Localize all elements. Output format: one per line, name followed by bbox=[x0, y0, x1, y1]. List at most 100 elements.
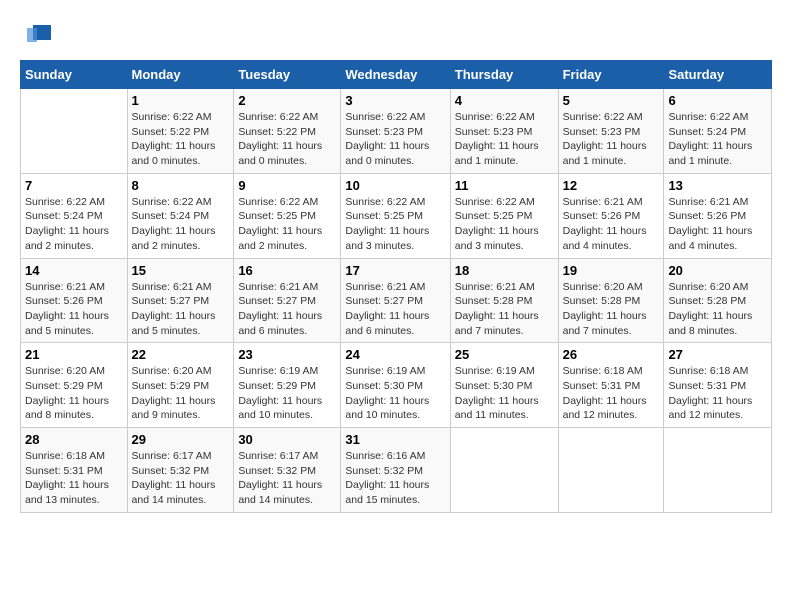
calendar-cell: 22 Sunrise: 6:20 AM Sunset: 5:29 PM Dayli… bbox=[127, 343, 234, 428]
calendar-cell: 6Sunrise: 6:22 AM Sunset: 5:24 PM Daylig… bbox=[664, 89, 772, 174]
day-number: 11 bbox=[455, 178, 554, 193]
day-info: Sunrise: 6:22 AM Sunset: 5:22 PM Dayligh… bbox=[238, 110, 336, 169]
day-info: Sunrise: 6:19 AM Sunset: 5:30 PM Dayligh… bbox=[345, 364, 445, 423]
day-info: Sunrise: 6:20 AM Sunset: 5:29 PM Dayligh… bbox=[132, 364, 230, 423]
day-number: 4 bbox=[455, 93, 554, 108]
day-info: Sunrise: 6:21 AM Sunset: 5:28 PM Dayligh… bbox=[455, 280, 554, 339]
calendar-cell: 15 Sunrise: 6:21 AM Sunset: 5:27 PM Dayli… bbox=[127, 258, 234, 343]
day-info: Sunrise: 6:19 AM Sunset: 5:30 PM Dayligh… bbox=[455, 364, 554, 423]
day-info: Sunrise: 6:21 AM Sunset: 5:26 PM Dayligh… bbox=[25, 280, 123, 339]
logo bbox=[20, 20, 53, 50]
day-number: 25 bbox=[455, 347, 554, 362]
calendar-cell: 7 Sunrise: 6:22 AM Sunset: 5:24 PM Daylig… bbox=[21, 173, 128, 258]
day-number: 17 bbox=[345, 263, 445, 278]
day-number: 21 bbox=[25, 347, 123, 362]
day-number: 19 bbox=[563, 263, 660, 278]
calendar-cell bbox=[21, 89, 128, 174]
day-number: 23 bbox=[238, 347, 336, 362]
calendar-cell: 31 Sunrise: 6:16 AM Sunset: 5:32 PM Dayli… bbox=[341, 428, 450, 513]
calendar-cell: 21Sunrise: 6:20 AM Sunset: 5:29 PM Dayli… bbox=[21, 343, 128, 428]
calendar-cell: 19 Sunrise: 6:20 AM Sunset: 5:28 PM Dayli… bbox=[558, 258, 664, 343]
calendar-cell: 26Sunrise: 6:18 AM Sunset: 5:31 PM Dayli… bbox=[558, 343, 664, 428]
day-info: Sunrise: 6:17 AM Sunset: 5:32 PM Dayligh… bbox=[132, 449, 230, 508]
calendar-week-row: 21 Sunrise: 6:20 AM Sunset: 5:29 PM Dayli… bbox=[21, 343, 772, 428]
calendar-cell: 1 Sunrise: 6:22 AM Sunset: 5:22 PM Daylig… bbox=[127, 89, 234, 174]
day-info: Sunrise: 6:21 AM Sunset: 5:27 PM Dayligh… bbox=[132, 280, 230, 339]
day-number: 18 bbox=[455, 263, 554, 278]
day-info: Sunrise: 6:21 AM Sunset: 5:26 PM Dayligh… bbox=[668, 195, 767, 254]
calendar-week-row: 7 Sunrise: 6:22 AM Sunset: 5:24 PM Daylig… bbox=[21, 173, 772, 258]
calendar-cell bbox=[664, 428, 772, 513]
day-number: 3 bbox=[345, 93, 445, 108]
day-number: 28 bbox=[25, 432, 123, 447]
day-info: Sunrise: 6:21 AM Sunset: 5:27 PM Dayligh… bbox=[238, 280, 336, 339]
day-number: 31 bbox=[345, 432, 445, 447]
day-info: Sunrise: 6:22 AM Sunset: 5:25 PM Dayligh… bbox=[238, 195, 336, 254]
calendar-cell: 11 Sunrise: 6:22 AM Sunset: 5:25 PM Dayli… bbox=[450, 173, 558, 258]
day-info: Sunrise: 6:22 AM Sunset: 5:23 PM Dayligh… bbox=[345, 110, 445, 169]
day-info: Sunrise: 6:22 AM Sunset: 5:25 PM Dayligh… bbox=[345, 195, 445, 254]
day-number: 24 bbox=[345, 347, 445, 362]
day-number: 27 bbox=[668, 347, 767, 362]
calendar-cell: 5 Sunrise: 6:22 AM Sunset: 5:23 PM Daylig… bbox=[558, 89, 664, 174]
day-info: Sunrise: 6:17 AM Sunset: 5:32 PM Dayligh… bbox=[238, 449, 336, 508]
day-number: 30 bbox=[238, 432, 336, 447]
day-info: Sunrise: 6:22 AM Sunset: 5:24 PM Dayligh… bbox=[25, 195, 123, 254]
day-number: 8 bbox=[132, 178, 230, 193]
day-number: 14 bbox=[25, 263, 123, 278]
day-info: Sunrise: 6:22 AM Sunset: 5:25 PM Dayligh… bbox=[455, 195, 554, 254]
calendar-week-row: 1 Sunrise: 6:22 AM Sunset: 5:22 PM Daylig… bbox=[21, 89, 772, 174]
calendar-cell: 9 Sunrise: 6:22 AM Sunset: 5:25 PM Daylig… bbox=[234, 173, 341, 258]
day-number: 16 bbox=[238, 263, 336, 278]
day-number: 13 bbox=[668, 178, 767, 193]
calendar-cell: 25 Sunrise: 6:19 AM Sunset: 5:30 PM Dayli… bbox=[450, 343, 558, 428]
calendar-cell: 29 Sunrise: 6:17 AM Sunset: 5:32 PM Dayli… bbox=[127, 428, 234, 513]
calendar-cell bbox=[450, 428, 558, 513]
calendar-cell: 13 Sunrise: 6:21 AM Sunset: 5:26 PM Dayli… bbox=[664, 173, 772, 258]
calendar-cell: 8 Sunrise: 6:22 AM Sunset: 5:24 PM Daylig… bbox=[127, 173, 234, 258]
day-info: Sunrise: 6:22 AM Sunset: 5:24 PM Dayligh… bbox=[132, 195, 230, 254]
calendar-cell: 12Sunrise: 6:21 AM Sunset: 5:26 PM Dayli… bbox=[558, 173, 664, 258]
calendar-week-row: 28 Sunrise: 6:18 AM Sunset: 5:31 PM Dayli… bbox=[21, 428, 772, 513]
logo-icon bbox=[23, 20, 53, 50]
calendar-cell: 3 Sunrise: 6:22 AM Sunset: 5:23 PM Daylig… bbox=[341, 89, 450, 174]
page-header bbox=[20, 20, 772, 50]
day-number: 10 bbox=[345, 178, 445, 193]
day-info: Sunrise: 6:22 AM Sunset: 5:22 PM Dayligh… bbox=[132, 110, 230, 169]
day-number: 2 bbox=[238, 93, 336, 108]
day-number: 9 bbox=[238, 178, 336, 193]
day-info: Sunrise: 6:22 AM Sunset: 5:24 PM Dayligh… bbox=[668, 110, 767, 169]
calendar-cell: 20 Sunrise: 6:20 AM Sunset: 5:28 PM Dayli… bbox=[664, 258, 772, 343]
day-number: 22 bbox=[132, 347, 230, 362]
day-number: 5 bbox=[563, 93, 660, 108]
day-info: Sunrise: 6:20 AM Sunset: 5:28 PM Dayligh… bbox=[563, 280, 660, 339]
day-info: Sunrise: 6:22 AM Sunset: 5:23 PM Dayligh… bbox=[563, 110, 660, 169]
calendar-cell bbox=[558, 428, 664, 513]
calendar-cell: 17 Sunrise: 6:21 AM Sunset: 5:27 PM Dayli… bbox=[341, 258, 450, 343]
calendar-header-wednesday: Wednesday bbox=[341, 61, 450, 89]
calendar-cell: 14 Sunrise: 6:21 AM Sunset: 5:26 PM Dayli… bbox=[21, 258, 128, 343]
calendar-header-sunday: Sunday bbox=[21, 61, 128, 89]
day-number: 26 bbox=[563, 347, 660, 362]
calendar-cell: 23Sunrise: 6:19 AM Sunset: 5:29 PM Dayli… bbox=[234, 343, 341, 428]
calendar-header-saturday: Saturday bbox=[664, 61, 772, 89]
day-info: Sunrise: 6:18 AM Sunset: 5:31 PM Dayligh… bbox=[668, 364, 767, 423]
day-number: 20 bbox=[668, 263, 767, 278]
calendar-cell: 2 Sunrise: 6:22 AM Sunset: 5:22 PM Daylig… bbox=[234, 89, 341, 174]
day-info: Sunrise: 6:21 AM Sunset: 5:27 PM Dayligh… bbox=[345, 280, 445, 339]
day-number: 29 bbox=[132, 432, 230, 447]
calendar-cell: 4 Sunrise: 6:22 AM Sunset: 5:23 PM Daylig… bbox=[450, 89, 558, 174]
calendar-header-tuesday: Tuesday bbox=[234, 61, 341, 89]
day-number: 1 bbox=[132, 93, 230, 108]
day-info: Sunrise: 6:18 AM Sunset: 5:31 PM Dayligh… bbox=[25, 449, 123, 508]
calendar-header-row: SundayMondayTuesdayWednesdayThursdayFrid… bbox=[21, 61, 772, 89]
day-info: Sunrise: 6:22 AM Sunset: 5:23 PM Dayligh… bbox=[455, 110, 554, 169]
calendar-table: SundayMondayTuesdayWednesdayThursdayFrid… bbox=[20, 60, 772, 513]
calendar-cell: 10 Sunrise: 6:22 AM Sunset: 5:25 PM Dayli… bbox=[341, 173, 450, 258]
day-number: 15 bbox=[132, 263, 230, 278]
day-info: Sunrise: 6:20 AM Sunset: 5:28 PM Dayligh… bbox=[668, 280, 767, 339]
calendar-header-friday: Friday bbox=[558, 61, 664, 89]
day-info: Sunrise: 6:16 AM Sunset: 5:32 PM Dayligh… bbox=[345, 449, 445, 508]
calendar-cell: 27 Sunrise: 6:18 AM Sunset: 5:31 PM Dayli… bbox=[664, 343, 772, 428]
day-number: 7 bbox=[25, 178, 123, 193]
